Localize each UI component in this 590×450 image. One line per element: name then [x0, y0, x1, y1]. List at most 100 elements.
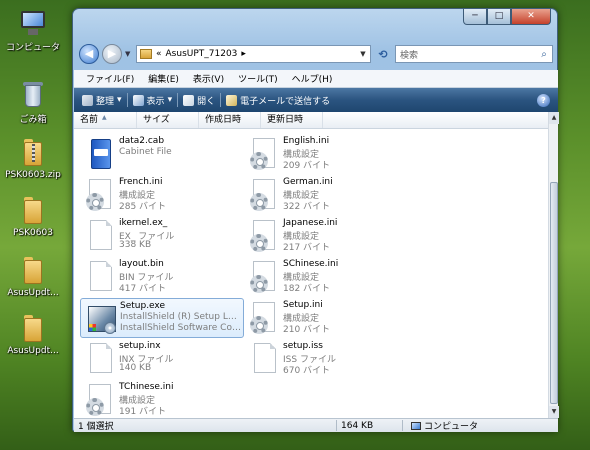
help-icon[interactable]: ?: [537, 93, 550, 107]
views-label: 表示: [146, 96, 165, 107]
file-size: 140 KB: [119, 363, 152, 373]
desktop-icon-label: AsusUpdt...: [7, 346, 59, 356]
file-list: data2.cab Cabinet File English.ini 構成設定 …: [74, 129, 548, 418]
scrollbar-thumb[interactable]: [550, 182, 558, 404]
forward-arrow-icon: ▶: [107, 47, 117, 60]
desktop-icon-zip[interactable]: PSK0603.zip: [0, 138, 66, 180]
toolbar-divider: [177, 93, 179, 107]
search-input[interactable]: 検索 ⌕: [395, 45, 553, 63]
cab-icon: [85, 137, 117, 171]
file-item[interactable]: German.ini 構成設定 322 バイト: [244, 175, 408, 215]
file-name: TChinese.ini: [119, 382, 174, 392]
installshield-setup-icon: [86, 302, 118, 336]
desktop-icon-recycle-bin[interactable]: ごみ箱: [0, 80, 66, 125]
breadcrumb-arrow-icon[interactable]: ▸: [241, 49, 246, 59]
ini-config-icon: [249, 178, 281, 212]
selection-size: 164 KB: [341, 420, 374, 431]
file-name: layout.bin: [119, 259, 164, 269]
command-bar: 整理 ▾ 表示 ▾ 開く 電子メールで送信する ?: [74, 88, 558, 112]
desktop-icon-folder[interactable]: AsusUpdt...: [0, 314, 66, 356]
file-size: 217 バイト: [283, 243, 331, 253]
file-item[interactable]: French.ini 構成設定 285 バイト: [80, 175, 244, 215]
scroll-down-icon[interactable]: ▼: [549, 406, 559, 418]
search-icon[interactable]: ⌕: [536, 49, 552, 60]
toolbar-divider: [220, 93, 222, 107]
ini-config-icon: [85, 383, 117, 417]
minimize-button[interactable]: ─: [463, 9, 487, 25]
address-dropdown-icon[interactable]: ▼: [356, 50, 370, 58]
address-path[interactable]: AsusUPT_71203: [166, 49, 238, 59]
file-item[interactable]: setup.inx INX ファイル 140 KB: [80, 339, 244, 379]
file-description: InstallShield (R) Setup Launcher: [120, 312, 242, 322]
file-item[interactable]: data2.cab Cabinet File: [80, 134, 244, 174]
window-controls: ─ □ ✕: [463, 9, 551, 25]
zip-folder-icon: [18, 138, 48, 168]
file-name: Setup.exe: [120, 301, 166, 311]
file-item[interactable]: layout.bin BIN ファイル 417 バイト: [80, 257, 244, 297]
menu-tools[interactable]: ツール(T): [238, 72, 278, 85]
blank-file-icon: [85, 260, 117, 294]
blank-file-icon: [85, 219, 117, 253]
email-icon: [226, 94, 238, 106]
status-bar: 1 個選択 164 KB コンピュータ: [74, 418, 558, 432]
close-button[interactable]: ✕: [511, 9, 551, 25]
file-name: Japanese.ini: [283, 218, 338, 228]
column-created[interactable]: 作成日時: [199, 112, 261, 128]
menu-view[interactable]: 表示(V): [193, 72, 224, 85]
ini-config-icon: [85, 178, 117, 212]
organize-button[interactable]: 整理 ▾: [82, 94, 122, 107]
column-created-label: 作成日時: [205, 115, 242, 125]
file-item[interactable]: Setup.ini 構成設定 210 バイト: [244, 298, 408, 338]
menu-edit[interactable]: 編集(E): [148, 72, 179, 85]
column-modified[interactable]: 更新日時: [261, 112, 323, 128]
column-size[interactable]: サイズ: [137, 112, 199, 128]
file-item-selected[interactable]: Setup.exe InstallShield (R) Setup Launch…: [80, 298, 244, 338]
file-item[interactable]: TChinese.ini 構成設定 191 バイト: [80, 380, 244, 420]
file-name: setup.iss: [283, 341, 323, 351]
file-item[interactable]: setup.iss ISS ファイル 670 バイト: [244, 339, 408, 379]
desktop-icon-label: コンピュータ: [5, 43, 60, 53]
sort-arrow-icon: ▲: [102, 114, 107, 121]
email-button[interactable]: 電子メールで送信する: [226, 94, 330, 107]
file-item[interactable]: Japanese.ini 構成設定 217 バイト: [244, 216, 408, 256]
file-name: Setup.ini: [283, 300, 323, 310]
recent-pages-dropdown[interactable]: ▼: [125, 50, 133, 58]
vertical-scrollbar[interactable]: ▲ ▼: [548, 112, 559, 418]
desktop-icon-computer[interactable]: コンピュータ: [0, 8, 66, 53]
maximize-button[interactable]: □: [487, 9, 511, 25]
refresh-button[interactable]: ⟲: [374, 48, 392, 61]
column-name[interactable]: ▲ 名前: [74, 112, 137, 128]
menu-help[interactable]: ヘルプ(H): [292, 72, 333, 85]
open-button[interactable]: 開く: [183, 94, 215, 107]
address-row: ◀ ▶ ▼ « AsusUPT_71203 ▸ ▼ ⟲ 検索 ⌕: [79, 43, 553, 65]
file-item[interactable]: ikernel.ex_ EX_ ファイル 338 KB: [80, 216, 244, 256]
computer-icon: [18, 8, 48, 38]
desktop-icon-folder[interactable]: PSK0603: [0, 196, 66, 238]
views-button[interactable]: 表示 ▾: [132, 94, 172, 107]
desktop-icon-label: AsusUpdt...: [7, 288, 59, 298]
column-modified-label: 更新日時: [267, 115, 304, 125]
back-button[interactable]: ◀: [79, 44, 99, 64]
email-label: 電子メールで送信する: [240, 96, 331, 107]
menu-file[interactable]: ファイル(F): [86, 72, 134, 85]
organize-label: 整理: [96, 96, 115, 107]
menu-bar: ファイル(F) 編集(E) 表示(V) ツール(T) ヘルプ(H): [74, 70, 558, 88]
file-size: 210 バイト: [283, 325, 331, 335]
refresh-icon: ⟲: [378, 47, 388, 61]
open-icon: [183, 94, 195, 106]
address-prefix: «: [156, 49, 162, 59]
file-size: 670 バイト: [283, 366, 331, 376]
scroll-up-icon[interactable]: ▲: [549, 112, 559, 124]
file-item[interactable]: English.ini 構成設定 209 バイト: [244, 134, 408, 174]
blank-file-icon: [249, 342, 281, 376]
explorer-window: ─ □ ✕ ◀ ▶ ▼ « AsusUPT_71203 ▸ ▼ ⟲ 検索 ⌕ フ…: [72, 8, 559, 432]
desktop-icon-folder[interactable]: AsusUpdt...: [0, 256, 66, 298]
column-size-label: サイズ: [143, 115, 170, 125]
file-size: 338 KB: [119, 240, 152, 250]
zone-label: コンピュータ: [424, 422, 479, 432]
forward-button[interactable]: ▶: [102, 44, 122, 64]
file-item[interactable]: SChinese.ini 構成設定 182 バイト: [244, 257, 408, 297]
file-name: English.ini: [283, 136, 330, 146]
column-name-label: 名前: [80, 115, 99, 125]
address-bar[interactable]: « AsusUPT_71203 ▸ ▼: [136, 45, 371, 63]
